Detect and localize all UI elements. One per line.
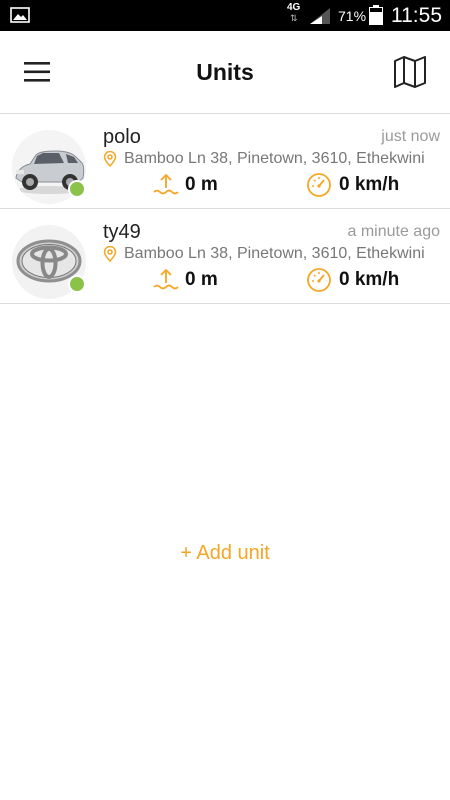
altitude-value: 0 m [185, 269, 218, 290]
altitude-icon [153, 173, 179, 195]
altitude-value: 0 m [185, 174, 218, 195]
speedometer-icon [307, 268, 331, 292]
app-bar: Units [0, 31, 450, 114]
signal-icon [310, 8, 330, 24]
unit-name: polo [103, 126, 141, 148]
speed-value: 0 km/h [339, 174, 400, 195]
unit-row-ty49[interactable]: ty49 a minute ago Bamboo Ln 38, Pinetown… [0, 209, 450, 304]
online-status-dot [68, 180, 86, 198]
last-seen: a minute ago [347, 223, 440, 240]
unit-name: ty49 [103, 221, 141, 243]
speed-value: 0 km/h [339, 269, 400, 290]
map-icon[interactable] [393, 56, 427, 88]
unit-address: Bamboo Ln 38, Pinetown, 3610, Ethekwini [124, 150, 425, 167]
location-pin-icon [103, 246, 117, 262]
speedometer-icon [307, 173, 331, 197]
add-unit-button[interactable]: + Add unit [0, 541, 450, 565]
altitude-icon [153, 268, 179, 290]
network-type: 4G [287, 2, 301, 13]
data-arrows-icon: ⇅ [290, 13, 298, 23]
location-pin-icon [103, 151, 117, 167]
battery-percent: 71% [338, 8, 367, 24]
units-list: polo just now Bamboo Ln 38, Pinetown, 36… [0, 114, 450, 304]
status-bar: 4G ⇅ 71% 11:55 [0, 0, 450, 31]
page-title: Units [196, 59, 254, 85]
image-icon [10, 7, 30, 23]
online-status-dot [68, 275, 86, 293]
unit-address: Bamboo Ln 38, Pinetown, 3610, Ethekwini [124, 245, 425, 262]
unit-row-polo[interactable]: polo just now Bamboo Ln 38, Pinetown, 36… [0, 114, 450, 209]
battery-icon [369, 5, 383, 25]
avatar [12, 130, 86, 204]
last-seen: just now [381, 128, 440, 145]
avatar [12, 225, 86, 299]
clock: 11:55 [391, 4, 442, 27]
